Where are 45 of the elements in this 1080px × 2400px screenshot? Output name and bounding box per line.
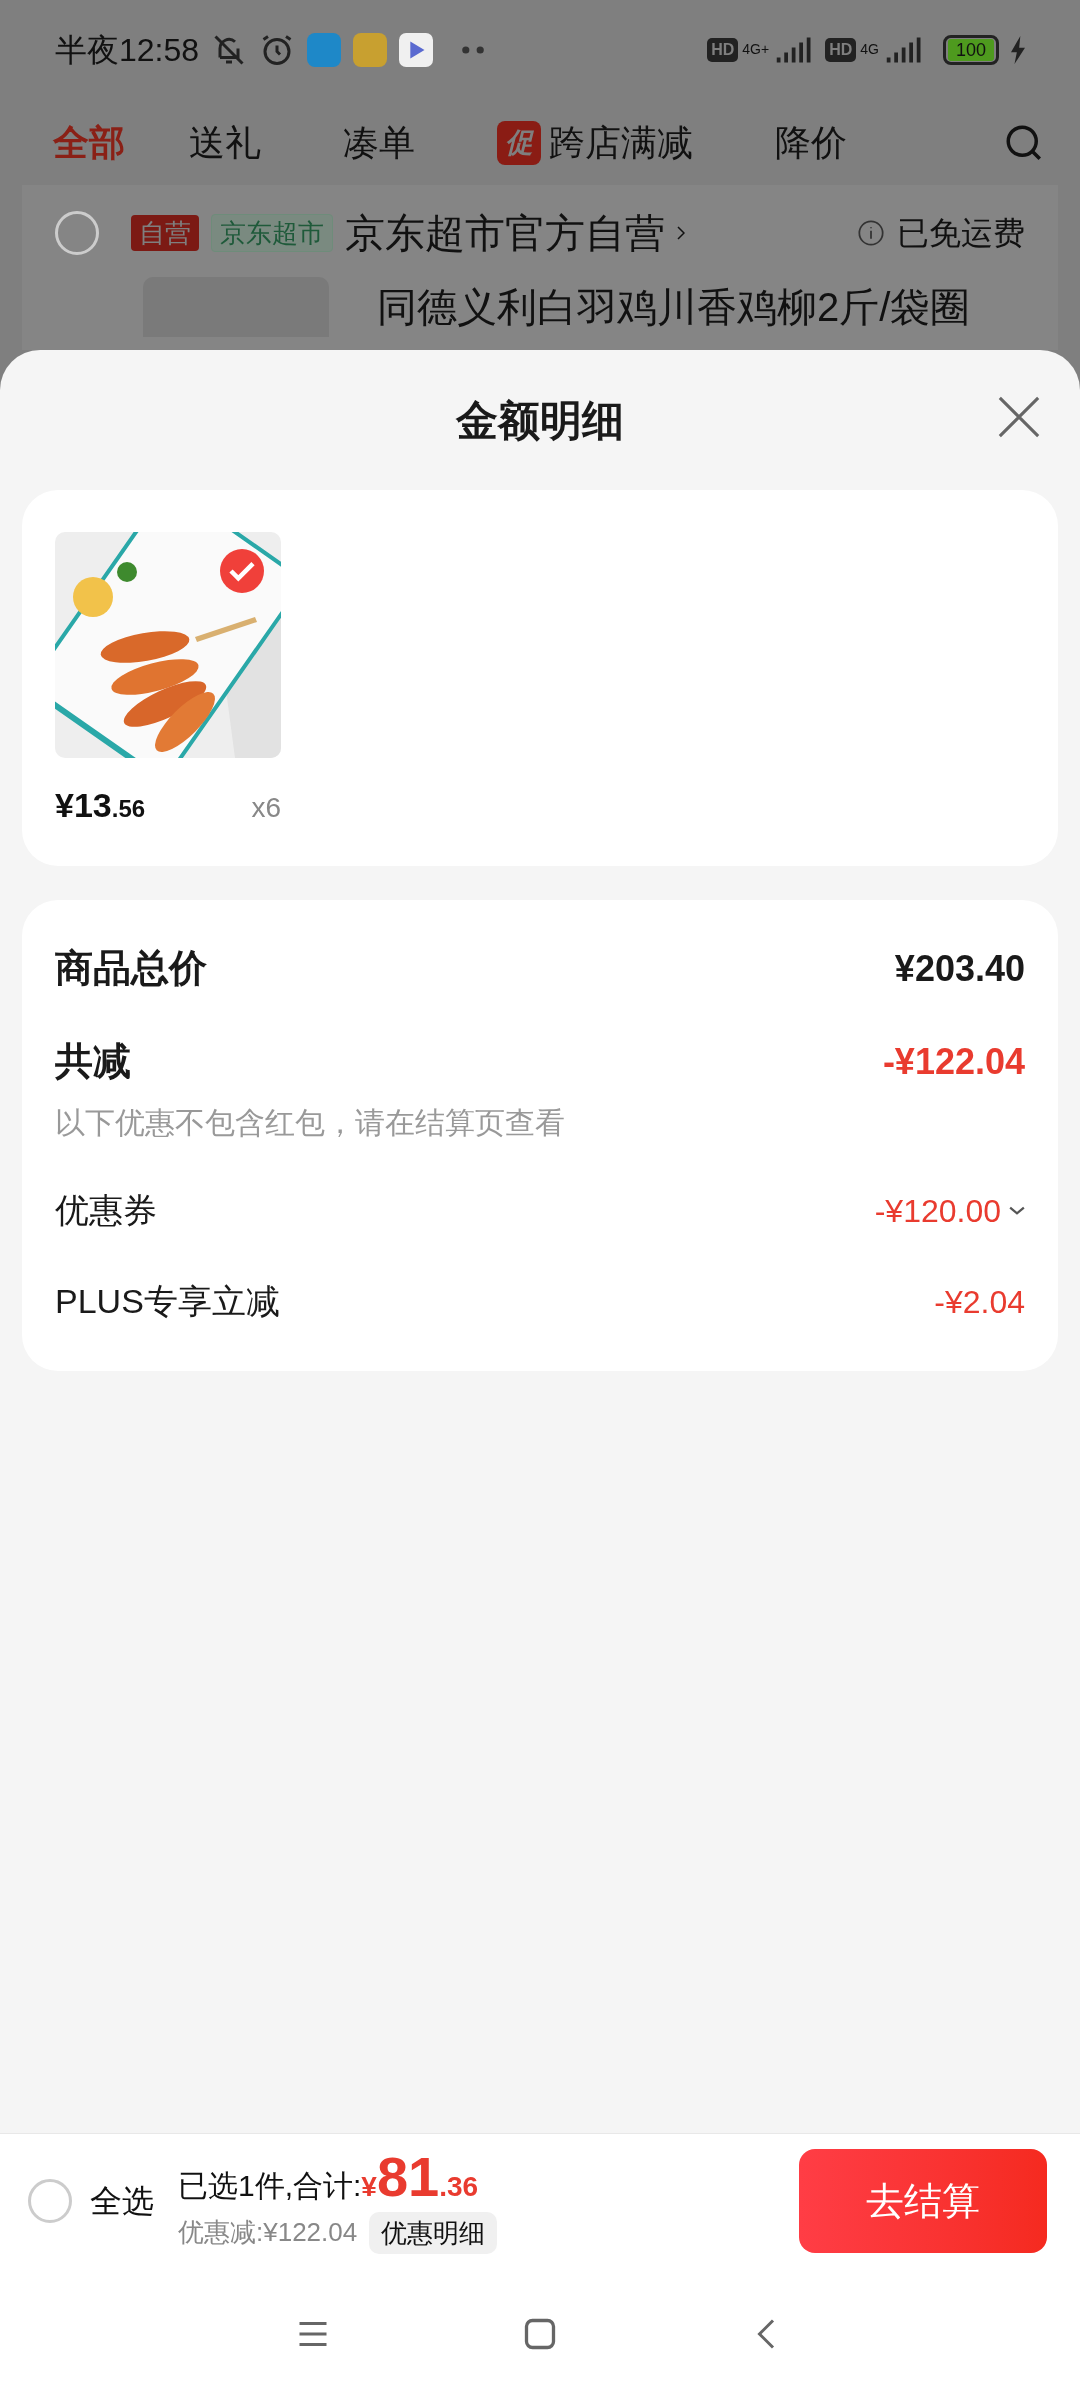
info-icon[interactable] — [857, 219, 885, 247]
close-icon — [996, 394, 1042, 440]
filter-tab[interactable]: 送礼 — [163, 115, 287, 170]
checkout-button[interactable]: 去结算 — [799, 2149, 1047, 2253]
selected-summary: 已选1件,合计: — [178, 2167, 362, 2204]
summary-amount: -¥122.04 — [882, 1039, 1025, 1084]
hd-badge: HD — [707, 38, 739, 62]
summary-label: 优惠券 — [55, 1190, 157, 1231]
play-icon — [399, 33, 434, 67]
battery-level: 100 — [947, 39, 994, 61]
discount-detail-button[interactable]: 优惠明细 — [369, 2211, 498, 2254]
summary-label: PLUS专享立减 — [55, 1281, 280, 1322]
summary-label: 共减 — [55, 1039, 131, 1084]
summary-note: 以下优惠不包含红包，请在结算页查看 — [55, 1105, 566, 1141]
summary-label: 商品总价 — [55, 946, 207, 991]
store-tag: 自营 — [131, 215, 199, 251]
promo-badge: 促 — [497, 120, 541, 165]
item-quantity: x6 — [251, 791, 281, 825]
status-time: 半夜12:58 — [55, 31, 200, 70]
chevron-down-icon[interactable] — [1009, 1205, 1025, 1216]
chevron-right-icon — [677, 226, 685, 240]
item-price: ¥13.56 — [55, 785, 146, 826]
more-icon — [461, 45, 486, 55]
charging-icon — [1011, 36, 1025, 64]
select-all-label[interactable]: 全选 — [90, 2177, 154, 2225]
summary-amount: -¥2.04 — [934, 1282, 1025, 1322]
total-amount: ¥81.36 — [361, 2148, 479, 2208]
select-checkbox[interactable] — [28, 2179, 72, 2223]
store-name[interactable]: 京东超市官方自营 — [345, 203, 665, 263]
discount-summary: 优惠减:¥122.04 — [178, 2216, 358, 2249]
check-icon[interactable] — [220, 549, 264, 593]
home-icon[interactable] — [522, 2316, 558, 2352]
sheet-title: 金额明细 — [456, 395, 624, 446]
summary-amount: -¥120.00 — [874, 1191, 1001, 1231]
summary-amount: ¥203.40 — [894, 946, 1025, 991]
network-type: 4G+ — [742, 40, 770, 59]
filter-tab[interactable]: 凑单 — [317, 115, 441, 170]
shipping-status: 已免运费 — [897, 214, 1025, 253]
select-checkbox[interactable] — [55, 211, 99, 255]
product-title[interactable]: 同德义利白羽鸡川香鸡柳2斤/袋圈 — [377, 277, 971, 337]
filter-tab[interactable]: 促 跨店满减 — [471, 115, 719, 170]
hd-badge: HD — [825, 38, 857, 62]
network-type: 4G — [860, 40, 879, 59]
filter-tab[interactable]: 降价 — [749, 115, 873, 170]
store-tag: 京东超市 — [211, 214, 333, 252]
